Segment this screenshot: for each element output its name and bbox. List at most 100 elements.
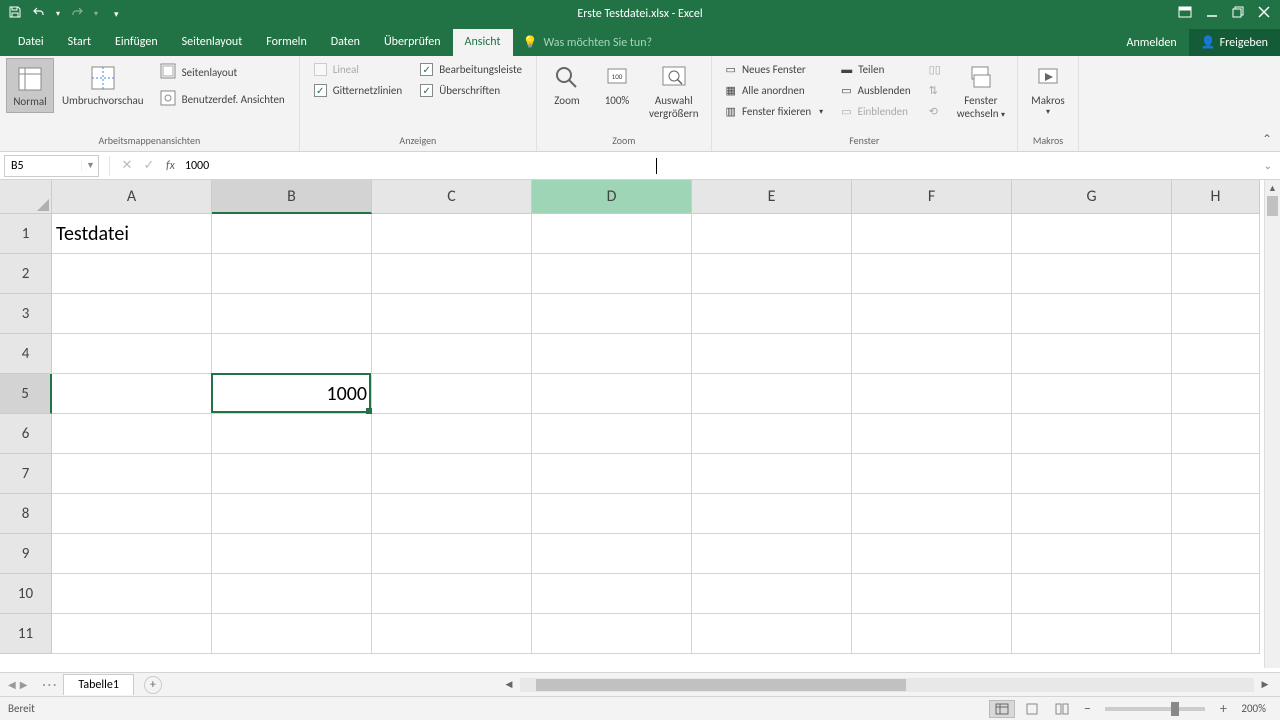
formulabar-checkbox[interactable]: ✓ Bearbeitungsleiste [416, 60, 526, 79]
cell-F8[interactable] [852, 494, 1012, 534]
cell-C11[interactable] [372, 614, 532, 654]
cell-F2[interactable] [852, 254, 1012, 294]
cell-F1[interactable] [852, 214, 1012, 254]
tell-me-search[interactable]: 💡 Was möchten Sie tun? [513, 29, 663, 56]
cell-A11[interactable] [52, 614, 212, 654]
cell-C1[interactable] [372, 214, 532, 254]
signin-button[interactable]: Anmelden [1115, 30, 1189, 56]
cell-E4[interactable] [692, 334, 852, 374]
cell-G8[interactable] [1012, 494, 1172, 534]
cell-H6[interactable] [1172, 414, 1260, 454]
cell-F7[interactable] [852, 454, 1012, 494]
cell-G2[interactable] [1012, 254, 1172, 294]
column-header-D[interactable]: D [532, 180, 692, 214]
cell-F9[interactable] [852, 534, 1012, 574]
cancel-formula-icon[interactable]: ✕ [116, 158, 138, 173]
tab-formulas[interactable]: Formeln [254, 29, 318, 56]
cell-G3[interactable] [1012, 294, 1172, 334]
row-header-4[interactable]: 4 [0, 334, 52, 374]
cell-D11[interactable] [532, 614, 692, 654]
custom-views-button[interactable]: Benutzerdef. Ansichten [156, 87, 289, 112]
cell-B6[interactable] [212, 414, 372, 454]
cell-E1[interactable] [692, 214, 852, 254]
cell-H5[interactable] [1172, 374, 1260, 414]
zoom-slider-handle[interactable] [1171, 702, 1179, 716]
horizontal-scrollbar[interactable]: ◀ ▶ [502, 678, 1272, 692]
restore-icon[interactable] [1232, 6, 1244, 22]
redo-dropdown-icon[interactable]: ▾ [94, 9, 98, 19]
cell-B11[interactable] [212, 614, 372, 654]
cell-C6[interactable] [372, 414, 532, 454]
normal-view-status-button[interactable] [989, 700, 1015, 718]
gridlines-checkbox[interactable]: ✓ Gitternetzlinien [310, 81, 406, 100]
cell-C10[interactable] [372, 574, 532, 614]
zoom-slider[interactable] [1105, 707, 1205, 711]
normal-view-button[interactable]: Normal [6, 58, 54, 113]
cell-G6[interactable] [1012, 414, 1172, 454]
row-header-9[interactable]: 9 [0, 534, 52, 574]
cell-B9[interactable] [212, 534, 372, 574]
row-header-11[interactable]: 11 [0, 614, 52, 654]
cell-B2[interactable] [212, 254, 372, 294]
column-header-H[interactable]: H [1172, 180, 1260, 214]
cell-F4[interactable] [852, 334, 1012, 374]
pagelayout-view-status-button[interactable] [1019, 700, 1045, 718]
ribbon-options-icon[interactable] [1178, 6, 1192, 22]
row-header-5[interactable]: 5 [0, 374, 52, 414]
row-header-3[interactable]: 3 [0, 294, 52, 334]
zoom-percent[interactable]: 200% [1235, 702, 1272, 715]
cell-D7[interactable] [532, 454, 692, 494]
name-box-dropdown-icon[interactable]: ▼ [81, 160, 99, 171]
tab-data[interactable]: Daten [319, 29, 372, 56]
cell-D10[interactable] [532, 574, 692, 614]
cell-G7[interactable] [1012, 454, 1172, 494]
cell-E6[interactable] [692, 414, 852, 454]
cells-area[interactable]: Testdatei1000 [52, 214, 1260, 654]
cell-F5[interactable] [852, 374, 1012, 414]
pagebreak-view-button[interactable]: Umbruchvorschau [56, 58, 150, 111]
cell-C2[interactable] [372, 254, 532, 294]
zoom-button[interactable]: Zoom [543, 58, 591, 111]
cell-H1[interactable] [1172, 214, 1260, 254]
cell-D9[interactable] [532, 534, 692, 574]
row-header-7[interactable]: 7 [0, 454, 52, 494]
cell-F11[interactable] [852, 614, 1012, 654]
cell-C8[interactable] [372, 494, 532, 534]
tab-insert[interactable]: Einfügen [103, 29, 170, 56]
cell-B10[interactable] [212, 574, 372, 614]
cell-H9[interactable] [1172, 534, 1260, 574]
cell-D3[interactable] [532, 294, 692, 334]
cell-E2[interactable] [692, 254, 852, 294]
cell-H4[interactable] [1172, 334, 1260, 374]
cell-H10[interactable] [1172, 574, 1260, 614]
new-window-button[interactable]: ▭Neues Fenster [722, 60, 828, 79]
cell-D8[interactable] [532, 494, 692, 534]
macros-button[interactable]: Makros ▾ [1024, 58, 1072, 121]
scroll-left-icon[interactable]: ◀ [502, 679, 516, 690]
cell-C9[interactable] [372, 534, 532, 574]
name-box-input[interactable] [5, 159, 81, 173]
cell-A5[interactable] [52, 374, 212, 414]
headings-checkbox[interactable]: ✓ Überschriften [416, 81, 526, 100]
cell-H11[interactable] [1172, 614, 1260, 654]
switch-windows-button[interactable]: Fenster wechseln ▾ [951, 58, 1011, 124]
cell-E3[interactable] [692, 294, 852, 334]
cell-B8[interactable] [212, 494, 372, 534]
cell-B1[interactable] [212, 214, 372, 254]
cell-D6[interactable] [532, 414, 692, 454]
cell-A8[interactable] [52, 494, 212, 534]
cell-H3[interactable] [1172, 294, 1260, 334]
freeze-panes-button[interactable]: ▥Fenster fixieren▾ [722, 102, 828, 121]
sheet-tab-1[interactable]: Tabelle1 [63, 674, 134, 695]
cell-G9[interactable] [1012, 534, 1172, 574]
row-header-8[interactable]: 8 [0, 494, 52, 534]
zoom-in-button[interactable]: + [1215, 700, 1231, 717]
cell-H7[interactable] [1172, 454, 1260, 494]
select-all-button[interactable] [0, 180, 52, 214]
undo-dropdown-icon[interactable]: ▾ [56, 9, 60, 19]
cell-D4[interactable] [532, 334, 692, 374]
cell-E10[interactable] [692, 574, 852, 614]
hscroll-thumb[interactable] [536, 679, 906, 691]
cell-E11[interactable] [692, 614, 852, 654]
cell-E8[interactable] [692, 494, 852, 534]
